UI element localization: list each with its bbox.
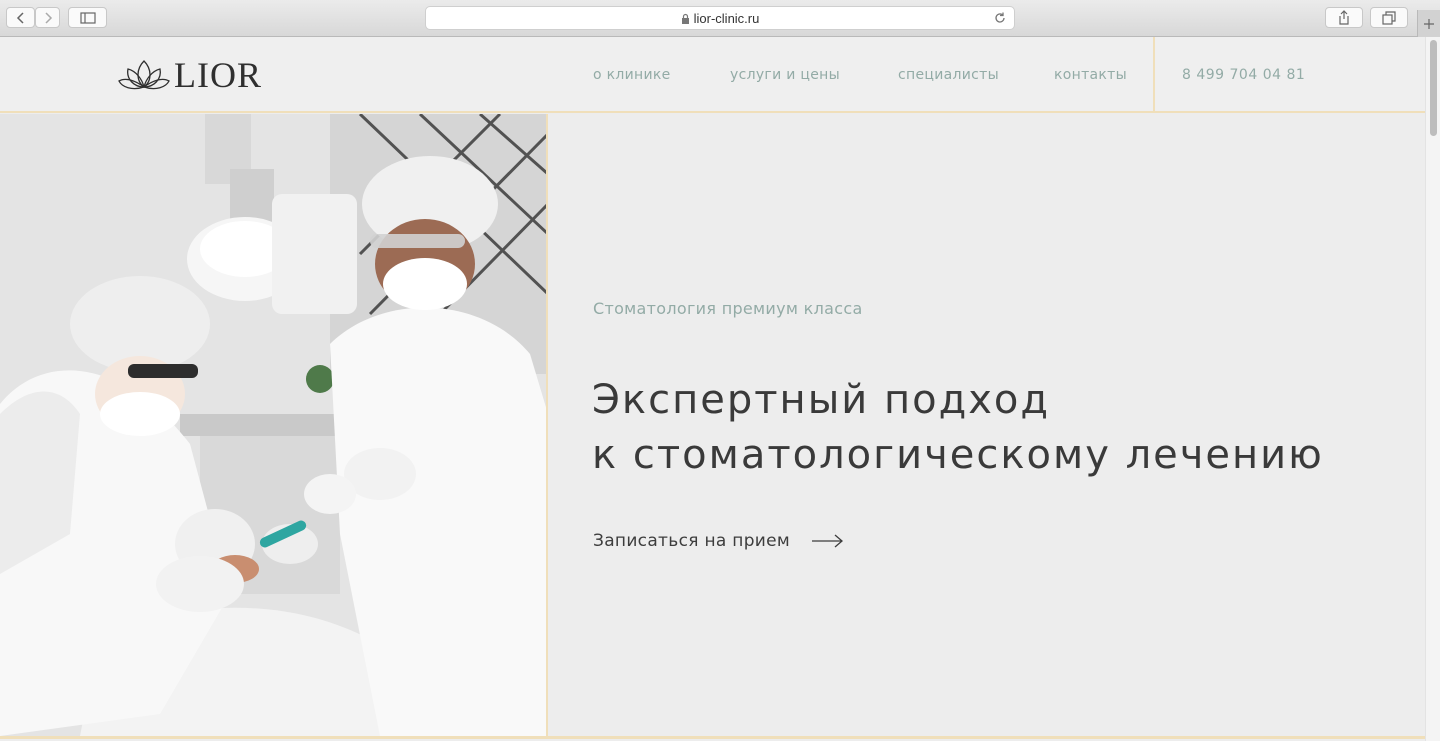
- tabs-overview-button[interactable]: [1370, 7, 1408, 28]
- browser-toolbar: lior-clinic.ru: [0, 0, 1440, 37]
- vertical-scrollbar[interactable]: [1425, 37, 1440, 741]
- tabs-icon: [1382, 10, 1396, 25]
- url-text: lior-clinic.ru: [693, 10, 760, 26]
- sidebar-icon: [79, 11, 96, 24]
- site-logo[interactable]: LIOR: [118, 57, 262, 93]
- share-icon: [1339, 10, 1349, 25]
- hero-photo: [0, 114, 548, 736]
- headline-line-2: к стоматологическому лечению: [592, 432, 1324, 478]
- section-divider: [0, 736, 1425, 739]
- reload-icon[interactable]: [993, 11, 1007, 25]
- hero-headline: Экспертный подход к стоматологическому л…: [592, 373, 1324, 483]
- headline-line-1: Экспертный подход: [592, 377, 1051, 423]
- nav-specialists[interactable]: специалисты: [898, 67, 999, 83]
- phone-link[interactable]: 8 499 704 04 81: [1182, 67, 1305, 83]
- book-appointment-button[interactable]: Записаться на прием: [593, 531, 844, 551]
- share-button[interactable]: [1325, 7, 1363, 28]
- chevron-left-icon: [16, 11, 24, 24]
- new-tab-button[interactable]: [1417, 10, 1440, 37]
- nav-about[interactable]: о клинике: [593, 67, 671, 83]
- plus-icon: [1424, 18, 1434, 29]
- logo-text: LIOR: [174, 55, 262, 95]
- lotus-icon: [118, 60, 170, 90]
- dentists-illustration: [0, 114, 546, 736]
- nav-services-prices[interactable]: услуги и цены: [730, 67, 840, 83]
- sidebar-toggle-button[interactable]: [68, 7, 107, 28]
- forward-button[interactable]: [35, 7, 60, 28]
- back-button[interactable]: [6, 7, 35, 28]
- hero-subtitle: Стоматология премиум класса: [593, 299, 863, 318]
- header-divider: [1153, 37, 1155, 113]
- scrollbar-thumb[interactable]: [1430, 40, 1437, 136]
- arrow-right-icon: [812, 534, 844, 548]
- chevron-right-icon: [44, 11, 52, 24]
- site-header: LIOR о клинике услуги и цены специалисты…: [0, 37, 1425, 113]
- address-bar[interactable]: lior-clinic.ru: [425, 6, 1015, 30]
- cta-label: Записаться на прием: [593, 531, 791, 551]
- lock-icon: [681, 13, 689, 24]
- nav-contacts[interactable]: контакты: [1054, 67, 1127, 83]
- page-content: LIOR о клинике услуги и цены специалисты…: [0, 37, 1425, 741]
